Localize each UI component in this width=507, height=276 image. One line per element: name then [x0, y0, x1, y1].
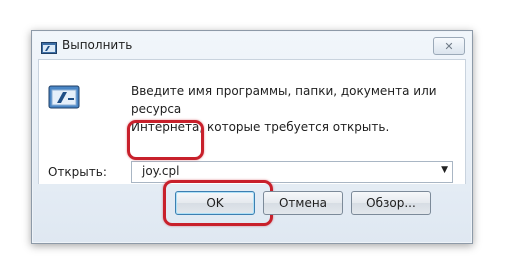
open-input[interactable]: joy.cpl	[142, 164, 179, 178]
dialog-body: Введите имя программы, папки, документа …	[38, 59, 466, 184]
window-title: Выполнить	[62, 38, 133, 52]
run-icon	[48, 82, 80, 114]
ok-button[interactable]: OK	[175, 191, 255, 215]
description-line-1: Введите имя программы, папки, документа …	[131, 84, 437, 116]
chevron-down-icon[interactable]: ▼	[441, 165, 448, 175]
close-icon: ✕	[444, 39, 454, 53]
close-button[interactable]: ✕	[433, 37, 465, 55]
cancel-button[interactable]: Отмена	[263, 191, 343, 215]
title-bar[interactable]: Выполнить ✕	[32, 31, 472, 59]
browse-button[interactable]: Обзор...	[351, 191, 431, 215]
open-label: Открыть:	[48, 165, 107, 179]
run-icon	[41, 39, 57, 54]
input-highlight-annotation	[127, 120, 204, 160]
